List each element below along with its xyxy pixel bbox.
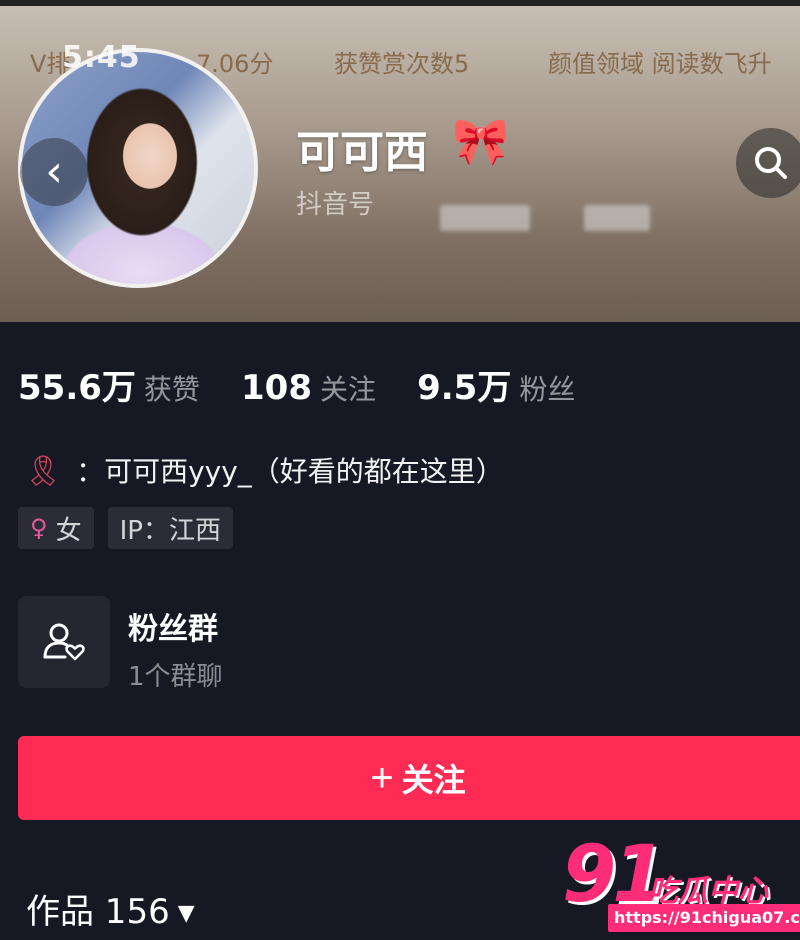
ribbon-bow-icon: 🎀 xyxy=(452,114,510,168)
douyin-id-redacted xyxy=(440,205,530,231)
fan-group-title[interactable]: 粉丝群 xyxy=(128,604,218,648)
ip-label: IP：江西 xyxy=(119,515,221,546)
fan-group-button[interactable] xyxy=(18,596,110,688)
douyin-id-label: 抖音号 xyxy=(296,190,375,220)
chevron-left-icon: ‹ xyxy=(45,146,63,197)
douyin-id-redacted-2 xyxy=(584,205,650,231)
follow-button[interactable]: + 关注 xyxy=(18,736,800,820)
ribbon-icon: 🎗 xyxy=(24,454,63,489)
fan-group-subtitle: 1个群聊 xyxy=(128,662,223,692)
bio-text: ：可可西yyy_（好看的都在这里） xyxy=(76,455,504,488)
back-button[interactable]: ‹ xyxy=(20,138,88,206)
top-strip-mid: 获赞赏次数5 xyxy=(334,50,470,78)
works-label: 作品 156 xyxy=(26,892,170,932)
works-tab[interactable]: 作品 156 ▼ xyxy=(26,884,195,933)
watermark-url: https://91chigua07.com xyxy=(608,904,800,932)
followers-label: 粉丝 xyxy=(519,373,576,406)
top-strip-right: 颜值领域 阅读数飞升 xyxy=(548,50,772,78)
followers-count[interactable]: 9.5万 xyxy=(417,368,511,408)
likes-count[interactable]: 55.6万 xyxy=(18,368,136,408)
gender-tag: ♀ 女 xyxy=(18,507,94,549)
plus-icon: + xyxy=(370,755,394,800)
watermark: 91 吃瓜中心 https://91chigua07.com xyxy=(562,836,800,936)
ip-tag: IP：江西 xyxy=(107,507,233,549)
following-label: 关注 xyxy=(319,373,376,406)
search-button[interactable] xyxy=(736,128,800,198)
profile-tags: ♀ 女 IP：江西 xyxy=(18,507,233,549)
follow-label: 关注 xyxy=(401,762,466,798)
profile-stats: 55.6万 获赞 108 关注 9.5万 粉丝 xyxy=(18,360,611,408)
female-icon: ♀ xyxy=(30,514,48,542)
caret-down-icon: ▼ xyxy=(177,901,195,926)
bio: 🎗 ：可可西yyy_（好看的都在这里） xyxy=(24,450,504,490)
following-count[interactable]: 108 xyxy=(241,368,312,408)
group-chat-icon xyxy=(43,623,85,661)
likes-label: 获赞 xyxy=(143,373,200,406)
username: 可可西 xyxy=(296,127,428,178)
status-time: 5:45 xyxy=(62,40,141,75)
search-icon xyxy=(755,147,787,179)
profile-header: V排 7.06分 获赞赏次数5 颜值领域 阅读数飞升 5:45 ‹ 可可西 🎀 … xyxy=(0,0,800,322)
gender-label: 女 xyxy=(55,515,82,546)
